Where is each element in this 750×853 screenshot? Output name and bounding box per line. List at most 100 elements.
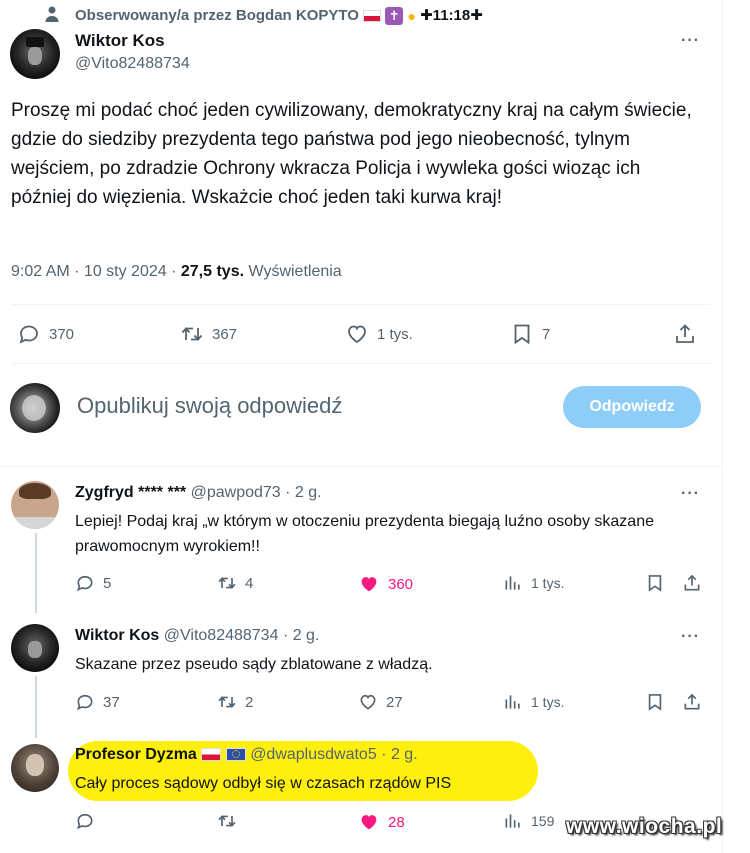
like-count: 27: [386, 693, 403, 711]
tweet-meta: 9:02 AM · 10 sty 2024 · 27,5 tys. Wyświe…: [11, 263, 342, 281]
reply-submit-button[interactable]: Odpowiedz: [563, 386, 701, 428]
column-border: [722, 0, 723, 853]
share-button[interactable]: [673, 322, 697, 346]
reply-header: Zygfryd **** *** @pawpod73 · 2 g.: [75, 484, 322, 502]
reply-handle[interactable]: @Vito82488734: [164, 627, 279, 644]
reply-avatar-wiktor[interactable]: [11, 624, 59, 672]
more-options-icon[interactable]: ···: [681, 628, 700, 646]
retweet-count: 4: [245, 574, 254, 592]
avatar-face: [28, 47, 42, 65]
avatar-figure: [26, 37, 44, 47]
reply-button[interactable]: 37: [75, 692, 120, 712]
social-context-text[interactable]: Obserwowany/a przez Bogdan KOPYTO ✝ ● ✚1…: [75, 6, 483, 26]
retweet-icon: [218, 696, 236, 708]
reply-age[interactable]: · 2 g.: [381, 746, 417, 763]
bookmark-icon: [514, 324, 530, 345]
share-icon: [684, 693, 700, 710]
context-label: Obserwowany/a przez Bogdan KOPYTO: [75, 7, 359, 24]
reply-author-name[interactable]: Zygfryd: [75, 484, 134, 501]
reply-button[interactable]: 5: [75, 573, 111, 593]
retweet-icon: [218, 577, 236, 589]
reply-name-suffix: **** ***: [138, 484, 187, 501]
reply-icon: [77, 575, 93, 592]
context-time: ✚11:18✚: [420, 7, 483, 24]
heart-icon: [360, 694, 376, 710]
my-avatar[interactable]: [10, 383, 60, 433]
retweet-button[interactable]: 367: [180, 322, 237, 346]
reply-author-name[interactable]: Profesor Dyzma: [75, 746, 197, 763]
views-count: 27,5 tys.: [180, 263, 245, 280]
cross-emoji-icon: ✝: [385, 7, 404, 26]
bookmark-button[interactable]: [645, 692, 665, 712]
thread-connector: [35, 533, 37, 613]
reply-age[interactable]: · 2 g.: [283, 627, 319, 644]
views-count: 1 tys.: [531, 694, 565, 710]
tweet-text: Proszę mi podać choć jeden cywilizowany,…: [11, 100, 692, 208]
reply-text: Skazane przez pseudo sądy zblatowane z w…: [75, 656, 433, 673]
retweet-button[interactable]: 2: [217, 692, 253, 712]
retweet-icon: [218, 815, 236, 827]
reply-icon: [77, 694, 93, 711]
retweet-count: 2: [245, 693, 254, 711]
share-button[interactable]: [682, 573, 702, 593]
reply-avatar-zygfryd[interactable]: [11, 481, 59, 529]
reply-count: 5: [103, 574, 112, 592]
avatar-face: [26, 754, 44, 776]
tweet-time[interactable]: 9:02 AM · 10 sty 2024 ·: [11, 263, 176, 280]
retweet-button[interactable]: 4: [217, 573, 253, 593]
like-button-active[interactable]: 28: [358, 811, 405, 833]
share-button[interactable]: [682, 692, 702, 712]
more-options-icon[interactable]: ···: [681, 32, 700, 50]
reply-handle[interactable]: @pawpod73: [191, 484, 281, 501]
reply-icon: [77, 813, 93, 830]
like-button[interactable]: 27: [358, 692, 403, 712]
share-icon: [676, 324, 694, 343]
more-options-icon[interactable]: ···: [681, 485, 700, 503]
author-handle[interactable]: @Vito82488734: [75, 55, 190, 73]
flag-poland-icon: [363, 10, 382, 23]
views-button[interactable]: 1 tys.: [503, 692, 564, 712]
reply-text: Cały proces sądowy odbył się w czasach r…: [75, 775, 452, 792]
views-button[interactable]: 1 tys.: [503, 573, 564, 593]
divider: [0, 466, 722, 467]
bookmark-icon: [648, 575, 662, 592]
like-count: 360: [388, 575, 414, 593]
analytics-icon: [505, 576, 520, 590]
reply-button[interactable]: 370: [17, 322, 74, 346]
social-context: [44, 5, 60, 23]
views-label: Wyświetlenia: [248, 263, 342, 280]
person-icon: [45, 6, 59, 22]
reply-composer-input[interactable]: Opublikuj swoją odpowiedź: [77, 393, 527, 419]
like-button[interactable]: 1 tys.: [345, 322, 413, 346]
avatar-hair: [19, 483, 51, 499]
author-avatar[interactable]: [10, 29, 60, 79]
like-button-active[interactable]: 360: [358, 573, 413, 595]
views-count: 1 tys.: [531, 575, 565, 591]
bookmark-button[interactable]: 7: [510, 322, 550, 346]
reply-handle[interactable]: @dwaplusdwato5: [250, 746, 377, 763]
avatar-skull: [22, 395, 46, 421]
bookmark-icon: [648, 694, 662, 711]
bookmark-count: 7: [542, 325, 551, 343]
reply-count: 37: [103, 693, 120, 711]
heart-filled-icon: [361, 577, 377, 592]
like-count: 1 tys.: [377, 325, 413, 343]
retweet-icon: [181, 327, 203, 341]
reply-button[interactable]: [75, 811, 103, 831]
flag-eu-icon: [225, 748, 246, 762]
heart-filled-icon: [361, 815, 377, 830]
views-button[interactable]: 159: [503, 811, 554, 831]
reply-age[interactable]: · 2 g.: [285, 484, 321, 501]
reply-text: Lepiej! Podaj kraj „w którym w otoczeniu…: [75, 513, 654, 555]
reply-avatar-dyzma[interactable]: [11, 744, 59, 792]
analytics-icon: [505, 814, 520, 828]
views-count: 159: [531, 813, 555, 829]
avatar-shirt: [15, 517, 55, 529]
share-icon: [684, 574, 700, 591]
reply-header: Profesor Dyzma @dwaplusdwato5 · 2 g.: [75, 746, 418, 764]
retweet-button[interactable]: [217, 811, 245, 831]
author-name[interactable]: Wiktor Kos: [75, 31, 165, 51]
reply-author-name[interactable]: Wiktor Kos: [75, 627, 159, 644]
bookmark-button[interactable]: [645, 573, 665, 593]
reply-count: 370: [49, 325, 75, 343]
